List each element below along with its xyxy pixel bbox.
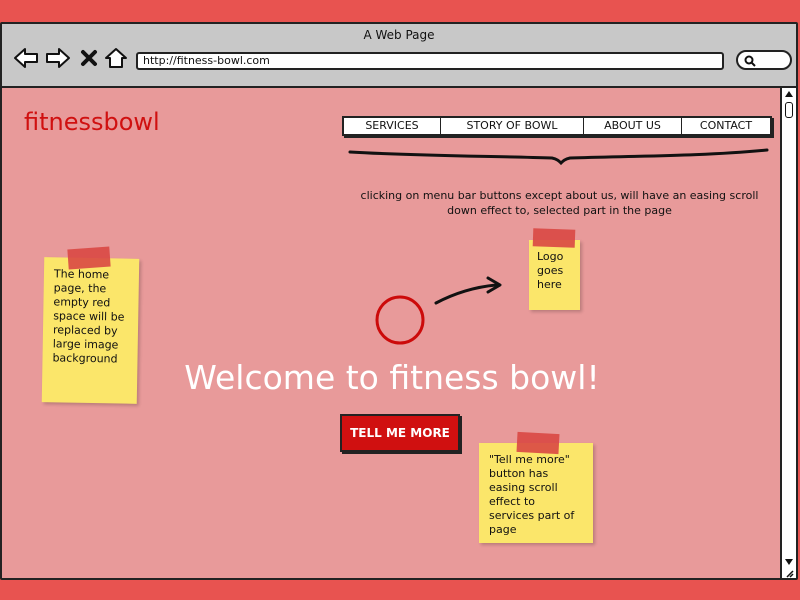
tape xyxy=(516,431,560,455)
scroll-thumb[interactable] xyxy=(785,102,793,118)
window-title: A Web Page xyxy=(363,28,435,42)
menu-brace xyxy=(348,148,769,166)
nav-menu: SERVICES STORY OF BOWL ABOUT US CONTACT xyxy=(342,116,772,136)
resize-grip-icon[interactable] xyxy=(784,568,794,578)
arrow-icon xyxy=(434,276,502,305)
site-logo[interactable]: fitnessbowl xyxy=(24,108,160,136)
sticky-note-text: The home page, the empty red space will … xyxy=(52,267,125,366)
menu-item-story[interactable]: STORY OF BOWL xyxy=(441,118,584,134)
tape xyxy=(532,228,576,248)
welcome-heading: Welcome to fitness bowl! xyxy=(184,358,600,397)
menu-item-contact[interactable]: CONTACT xyxy=(682,118,770,134)
menu-item-about[interactable]: ABOUT US xyxy=(584,118,682,134)
sticky-note-text: Logo goes here xyxy=(537,250,564,291)
sticky-note-cta: "Tell me more" button has easing scroll … xyxy=(479,443,593,543)
forward-arrow-icon[interactable] xyxy=(44,46,72,70)
tell-me-more-button[interactable]: TELL ME MORE xyxy=(340,414,460,452)
page-content: fitnessbowl SERVICES STORY OF BOWL ABOUT… xyxy=(2,88,782,578)
tape xyxy=(67,246,111,270)
logo-placeholder-circle xyxy=(375,295,425,345)
sticky-note-logo: Logo goes here xyxy=(529,240,580,310)
scroll-up-icon[interactable] xyxy=(784,90,794,98)
close-icon[interactable] xyxy=(78,46,100,70)
vertical-scrollbar[interactable] xyxy=(780,88,796,578)
menu-annotation: clicking on menu bar buttons except abou… xyxy=(360,189,759,217)
menu-item-services[interactable]: SERVICES xyxy=(344,118,441,134)
address-bar[interactable]: http://fitness-bowl.com xyxy=(136,52,724,70)
back-arrow-icon[interactable] xyxy=(12,46,40,70)
browser-window: A Web Page http://fitness-bowl.com fitne… xyxy=(0,22,798,580)
browser-chrome: A Web Page http://fitness-bowl.com xyxy=(2,24,796,88)
sticky-note-text: "Tell me more" button has easing scroll … xyxy=(489,453,575,536)
scroll-down-icon[interactable] xyxy=(784,558,794,566)
search-icon xyxy=(744,55,756,67)
search-input[interactable] xyxy=(736,50,792,70)
home-icon[interactable] xyxy=(102,46,130,70)
